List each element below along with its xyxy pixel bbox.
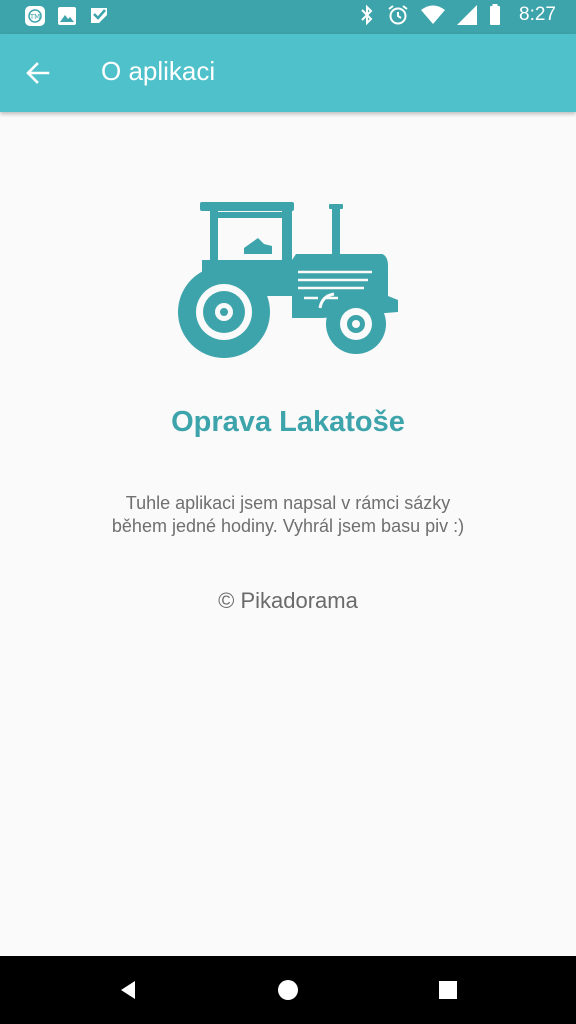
- bluetooth-icon: [361, 4, 373, 26]
- about-content: Oprava Lakatoše Tuhle aplikaci jsem naps…: [0, 112, 576, 956]
- image-icon: [58, 7, 76, 25]
- home-circle-icon[interactable]: [276, 978, 300, 1002]
- signal-icon: [457, 5, 478, 25]
- tractor-icon: [178, 202, 398, 358]
- wifi-icon: [421, 5, 446, 24]
- recents-square-icon[interactable]: [436, 978, 460, 1002]
- status-bar: TM 8:27: [0, 0, 576, 34]
- page-title: O aplikaci: [101, 56, 216, 86]
- system-nav-bar: [0, 956, 576, 1024]
- back-triangle-icon[interactable]: [116, 978, 140, 1002]
- svg-text:TM: TM: [29, 13, 40, 21]
- app-notification-icon: TM: [25, 6, 45, 26]
- app-description: Tuhle aplikaci jsem napsal v rámci sázky…: [60, 492, 516, 538]
- system-icons: 8:27: [359, 4, 556, 26]
- notification-icons: TM: [24, 5, 110, 27]
- app-name: Oprava Lakatoše: [171, 406, 405, 438]
- battery-icon: [490, 4, 501, 25]
- description-line-1: Tuhle aplikaci jsem napsal v rámci sázky: [125, 493, 451, 513]
- description-line-2: během jedné hodiny. Vyhrál jsem basu piv…: [111, 516, 465, 536]
- arrow-back-icon[interactable]: [24, 59, 52, 87]
- check-icon: [91, 8, 107, 23]
- status-time: 8:27: [519, 4, 556, 25]
- app-bar: O aplikaci: [0, 34, 576, 112]
- alarm-icon: [388, 5, 408, 25]
- copyright-text: © Pikadorama: [218, 588, 358, 613]
